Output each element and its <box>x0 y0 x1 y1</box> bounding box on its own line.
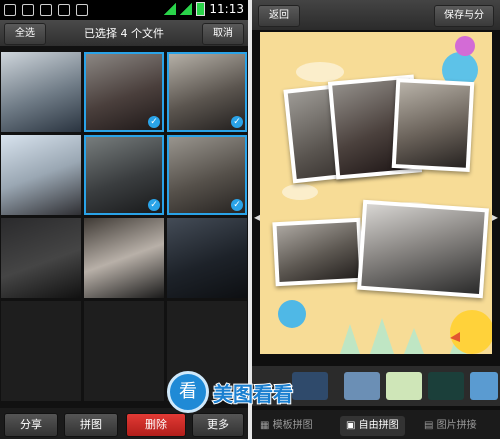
watermark-logo: 看 <box>167 371 209 413</box>
tree-shape <box>370 318 394 354</box>
tree-shape <box>404 328 424 354</box>
save-share-button[interactable]: 保存与分 <box>434 5 494 27</box>
notification-icon <box>4 4 16 16</box>
editor-toolbar: 返回 保存与分 <box>252 0 500 30</box>
collage-icon: ▣ <box>346 420 356 431</box>
action-bar: 分享 拼图 删除 更多 <box>0 408 248 439</box>
watermark: 看 美图看看 <box>167 371 294 413</box>
tab-free[interactable]: ▣ 自由拼图 <box>340 416 405 436</box>
check-icon: ✓ <box>148 116 160 128</box>
signal-icon-2 <box>180 3 193 15</box>
tab-free-label: 自由拼图 <box>358 420 399 431</box>
blue-mouse-sticker <box>278 300 306 328</box>
more-button[interactable]: 更多 <box>192 413 244 437</box>
delete-button[interactable]: 删除 <box>126 413 186 437</box>
signal-icon <box>164 3 177 15</box>
cloud-shape <box>282 184 318 200</box>
share-button[interactable]: 分享 <box>4 413 58 437</box>
battery-icon <box>196 2 206 16</box>
yellow-bird-sticker <box>450 310 492 354</box>
collage-button[interactable]: 拼图 <box>64 413 118 437</box>
check-icon: ✓ <box>231 199 243 211</box>
tab-stitch[interactable]: ▤ 图片拼接 <box>424 416 477 436</box>
template-thumb[interactable] <box>386 372 422 400</box>
template-thumb[interactable] <box>292 372 328 400</box>
status-bar: 11:13 <box>0 0 248 20</box>
usb-icon <box>40 4 52 16</box>
status-time: 11:13 <box>209 2 244 16</box>
template-thumb[interactable] <box>470 372 498 400</box>
gallery-icon <box>22 4 34 16</box>
tab-stitch-label: 图片拼接 <box>436 420 477 431</box>
tree-shape <box>340 324 360 354</box>
tab-template-label: 模板拼图 <box>272 420 313 431</box>
pink-creature-sticker <box>455 36 475 56</box>
check-icon: ✓ <box>231 116 243 128</box>
back-button[interactable]: 返回 <box>258 5 300 27</box>
select-all-button[interactable]: 全选 <box>4 23 46 45</box>
collage-photo[interactable] <box>391 78 475 172</box>
photo-grid: ✓ ✓ ✓ ✓ <box>1 52 247 404</box>
photo-thumb-selected[interactable]: ✓ <box>84 52 164 132</box>
photo-thumb-selected[interactable]: ✓ <box>167 52 247 132</box>
template-thumb[interactable] <box>428 372 464 400</box>
cancel-button[interactable]: 取消 <box>202 23 244 45</box>
photo-thumb[interactable] <box>1 301 81 401</box>
collage-canvas[interactable] <box>260 32 492 354</box>
photo-thumb[interactable] <box>167 218 247 298</box>
photo-thumb[interactable] <box>84 301 164 401</box>
collage-photo[interactable] <box>357 199 489 299</box>
photo-thumb-selected[interactable]: ✓ <box>84 135 164 215</box>
check-icon: ✓ <box>148 199 160 211</box>
tab-template[interactable]: ▦ 模板拼图 <box>260 416 313 436</box>
alarm-icon <box>76 4 88 16</box>
cloud-shape <box>296 62 344 82</box>
photo-thumb[interactable] <box>84 218 164 298</box>
collage-photo[interactable] <box>272 217 364 287</box>
photo-thumb[interactable] <box>1 135 81 215</box>
collage-mode-tabs: ▦ 模板拼图 ▣ 自由拼图 ▤ 图片拼接 <box>252 410 500 439</box>
photo-thumb[interactable] <box>1 218 81 298</box>
photo-thumb[interactable] <box>1 52 81 132</box>
watermark-text: 美图看看 <box>212 381 294 407</box>
grid-icon: ▦ <box>260 420 270 431</box>
selection-title: 已选择 4 个文件 <box>84 27 164 40</box>
selection-toolbar: 全选 已选择 4 个文件 取消 <box>0 20 248 46</box>
stitch-icon: ▤ <box>424 420 434 431</box>
usb-icon-2 <box>58 4 70 16</box>
photo-thumb-selected[interactable]: ✓ <box>167 135 247 215</box>
template-thumb[interactable] <box>344 372 380 400</box>
